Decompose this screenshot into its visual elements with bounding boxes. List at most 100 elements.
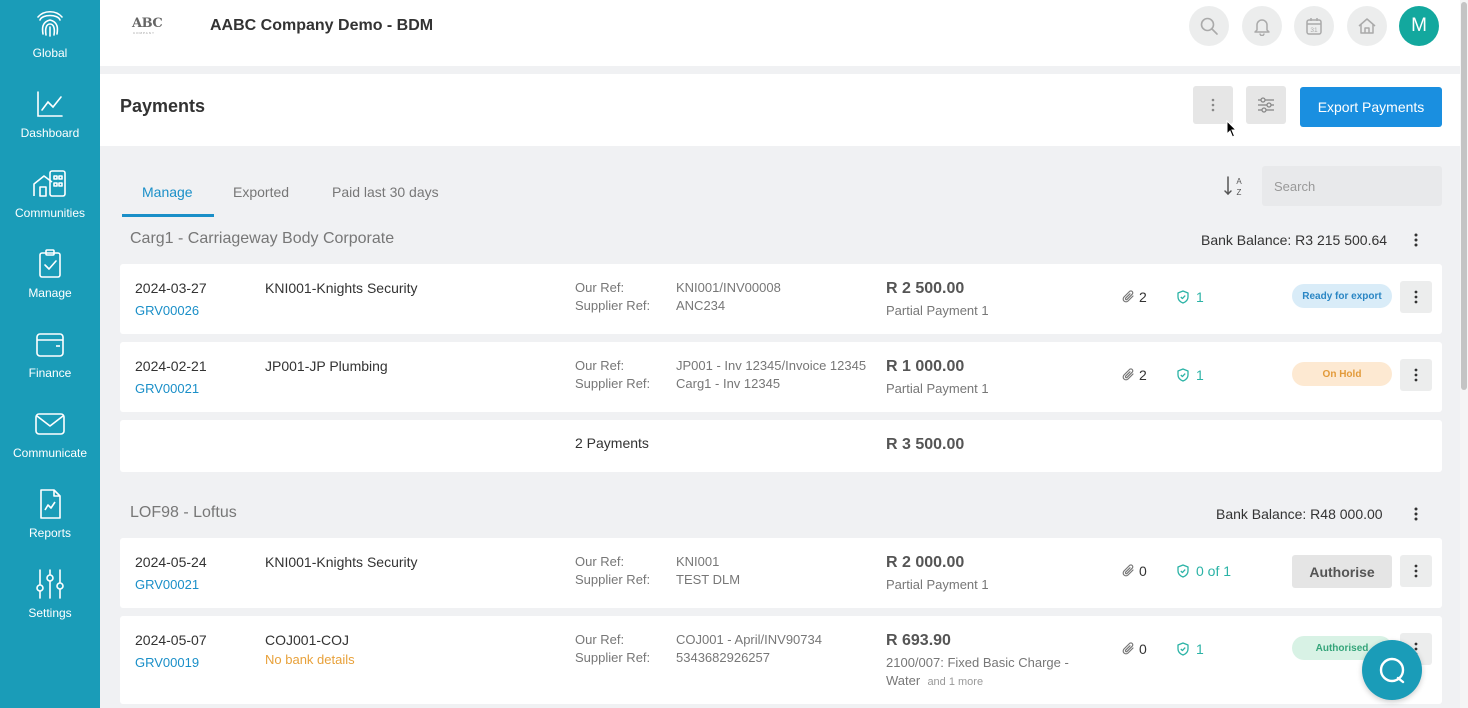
supplier-ref-value: Carg1 - Inv 12345 [676, 376, 781, 391]
approvals-value: 0 of 1 [1196, 563, 1232, 579]
sidebar-item-label: Global [32, 46, 68, 60]
sort-az-icon[interactable]: AZ [1222, 174, 1246, 198]
attachments-value: 0 [1139, 641, 1147, 657]
tab-exported[interactable]: Exported [233, 184, 289, 200]
our-ref-label: Our Ref: [575, 554, 625, 569]
sidebar-item-communities[interactable]: Communities [0, 164, 100, 244]
payment-amount: R 2 000.00 [886, 554, 965, 571]
payment-description: Partial Payment 1 [886, 381, 989, 396]
calendar-day: 31 [1310, 27, 1318, 34]
bank-balance: Bank Balance: R3 215 500.64 [1201, 232, 1388, 248]
company-title: AABC Company Demo - BDM [210, 17, 434, 34]
line-chart-icon [37, 91, 63, 117]
sidebar-item-manage[interactable]: Manage [0, 244, 100, 324]
attachments-value: 2 [1139, 289, 1147, 305]
total-amount: R 3 500.00 [886, 436, 965, 453]
supplier-name: COJ001-COJ [265, 632, 350, 648]
filter-button[interactable] [1246, 86, 1286, 124]
grv-link[interactable]: GRV00021 [135, 577, 199, 592]
calendar-icon: 31 [1306, 18, 1322, 35]
our-ref-value: COJ001 - April/INV90734 [676, 632, 822, 647]
payment-date: 2024-03-27 [135, 280, 207, 296]
group-menu-kebab-icon[interactable] [1413, 506, 1419, 522]
sidebar-item-label: Manage [28, 286, 72, 300]
payment-row[interactable]: 2024-03-27 GRV00026 KNI001-Knights Secur… [120, 264, 1442, 334]
sliders-icon [36, 569, 64, 599]
group-menu-kebab-icon[interactable] [1413, 232, 1419, 248]
attachments-count[interactable]: 0 [1122, 641, 1147, 657]
home-button[interactable] [1347, 6, 1387, 46]
approvals-count[interactable]: 1 [1176, 289, 1204, 305]
our-ref-value: JP001 - Inv 12345/Invoice 12345 [676, 358, 867, 373]
row-menu-button[interactable] [1400, 555, 1432, 587]
grv-link[interactable]: GRV00019 [135, 655, 199, 670]
search-input[interactable] [1262, 166, 1442, 206]
scrollbar[interactable] [1460, 0, 1468, 708]
sidebar-item-label: Finance [28, 366, 72, 380]
more-items-link[interactable]: and 1 more [927, 676, 983, 688]
filter-sliders-icon [1258, 97, 1274, 113]
approvals-count[interactable]: 1 [1176, 367, 1204, 383]
status-badge: Ready for export [1292, 284, 1392, 308]
supplier-ref-label: Supplier Ref: [575, 650, 651, 665]
sidebar-item-finance[interactable]: Finance [0, 324, 100, 404]
fingerprint-icon [37, 10, 63, 37]
our-ref-label: Our Ref: [575, 358, 625, 373]
payment-row[interactable]: 2024-02-21 GRV00021 JP001-JP Plumbing Ou… [120, 342, 1442, 412]
payment-description-cont: Water [886, 673, 921, 688]
shield-check-icon [1177, 290, 1189, 304]
approvals-count[interactable]: 1 [1176, 641, 1204, 657]
payment-amount: R 693.90 [886, 632, 951, 649]
payment-row[interactable]: 2024-05-07 GRV00019 COJ001-COJ No bank d… [120, 616, 1442, 704]
supplier-ref-label: Supplier Ref: [575, 376, 651, 391]
page-header: Payments Export Payments [100, 74, 1460, 146]
notifications-button[interactable] [1242, 6, 1282, 46]
payment-description: Partial Payment 1 [886, 577, 989, 592]
sidebar-item-global[interactable]: Global [0, 4, 100, 84]
payment-description-block: 2100/007: Fixed Basic Charge - Water and… [886, 654, 1086, 691]
authorise-button[interactable]: Authorise [1292, 555, 1392, 588]
sidebar-item-communicate[interactable]: Communicate [0, 404, 100, 484]
row-menu-button[interactable] [1400, 281, 1432, 313]
sidebar-item-settings[interactable]: Settings [0, 564, 100, 644]
avatar[interactable]: M [1399, 6, 1439, 46]
grv-link[interactable]: GRV00026 [135, 303, 199, 318]
approvals-value: 1 [1196, 289, 1204, 305]
supplier-name: KNI001-Knights Security [265, 280, 418, 296]
envelope-icon [35, 413, 65, 435]
row-menu-button[interactable] [1400, 359, 1432, 391]
scrollbar-thumb[interactable] [1461, 2, 1467, 390]
svg-text:A: A [1236, 177, 1242, 186]
supplier-ref-label: Supplier Ref: [575, 298, 651, 313]
no-bank-details-warning: No bank details [265, 652, 355, 667]
active-tab-indicator [122, 214, 214, 217]
top-bar: ABC COMPANY AABC Company Demo - BDM 31 M [100, 0, 1460, 66]
attachments-count[interactable]: 2 [1122, 289, 1147, 305]
attachments-count[interactable]: 0 [1122, 563, 1147, 579]
search-icon [1200, 17, 1218, 35]
search-button[interactable] [1189, 6, 1229, 46]
chat-widget-button[interactable] [1362, 640, 1422, 700]
payment-date: 2024-05-24 [135, 554, 207, 570]
approvals-count[interactable]: 0 of 1 [1176, 563, 1231, 579]
calendar-button[interactable]: 31 [1294, 6, 1334, 46]
tab-manage[interactable]: Manage [142, 184, 193, 200]
sidebar-item-dashboard[interactable]: Dashboard [0, 84, 100, 164]
tab-paid-last-30-days[interactable]: Paid last 30 days [332, 184, 439, 200]
group-total-row: 2 Payments R 3 500.00 [120, 420, 1442, 472]
export-payments-button[interactable]: Export Payments [1300, 87, 1442, 127]
kebab-icon [1211, 98, 1215, 112]
grv-link[interactable]: GRV00021 [135, 381, 199, 396]
supplier-ref-value: TEST DLM [676, 572, 741, 587]
payment-row[interactable]: 2024-05-24 GRV00021 KNI001-Knights Secur… [120, 538, 1442, 608]
logo-subtext: COMPANY [133, 31, 155, 35]
kebab-icon [1414, 290, 1418, 304]
paperclip-icon [1122, 368, 1134, 381]
payment-amount: R 2 500.00 [886, 280, 965, 297]
shield-check-icon [1177, 368, 1189, 382]
sidebar-item-reports[interactable]: Reports [0, 484, 100, 564]
our-ref-value: KNI001/INV00008 [676, 280, 781, 295]
more-options-button[interactable] [1193, 86, 1233, 124]
svg-text:Z: Z [1237, 188, 1242, 197]
attachments-count[interactable]: 2 [1122, 367, 1147, 383]
